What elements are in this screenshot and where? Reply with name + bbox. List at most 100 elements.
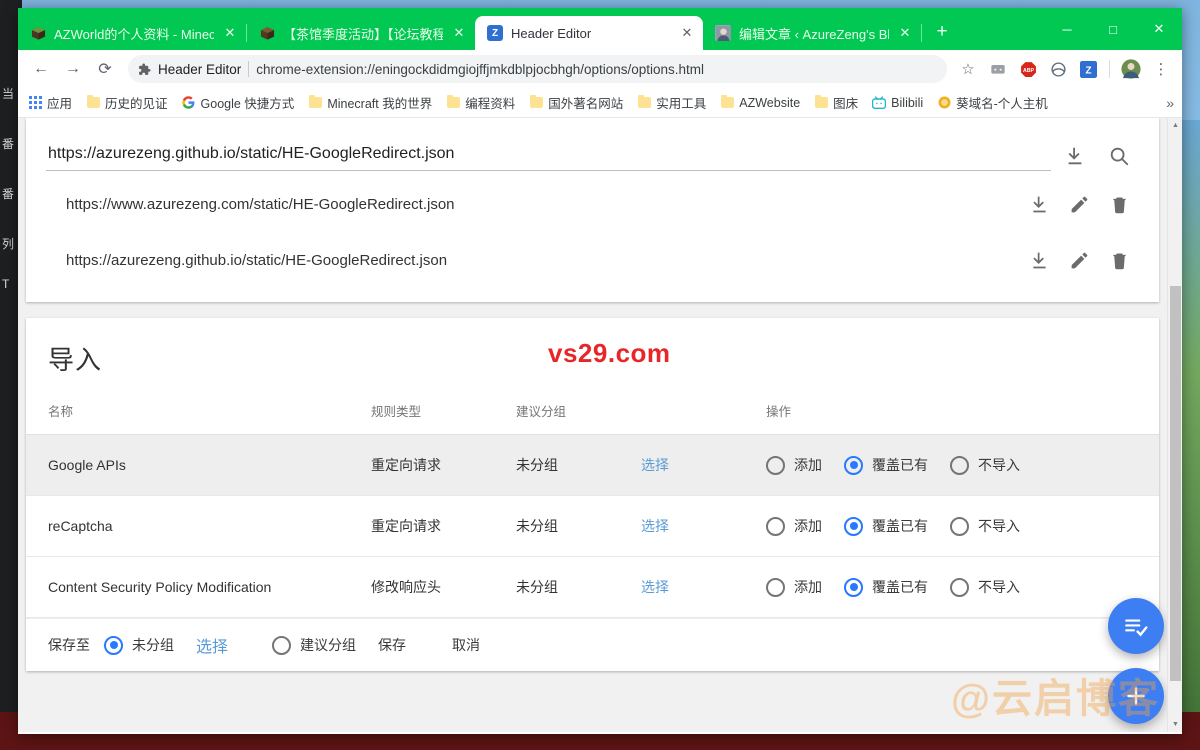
radio-label: 覆盖已有 xyxy=(872,518,928,534)
bookmark-item-3[interactable]: 编程资料 xyxy=(446,93,515,112)
cell-rule-type: 重定向请求 xyxy=(371,495,516,557)
radio-skip[interactable]: 不导入 xyxy=(950,516,1020,536)
adblock-plus-icon[interactable]: ABP xyxy=(1015,56,1041,82)
radio-save-suggested[interactable]: 建议分组 xyxy=(272,635,356,655)
tab-title: AZWorld的个人资料 - Minecraft xyxy=(54,26,214,42)
plus-icon xyxy=(1123,683,1149,709)
close-window-button[interactable]: ✕ xyxy=(1136,8,1182,50)
download-url-row xyxy=(46,130,1139,176)
bookmark-apps[interactable]: 应用 xyxy=(28,93,72,112)
address-bar[interactable]: Header Editor chrome-extension://eningoc… xyxy=(128,55,947,83)
new-tab-button[interactable]: + xyxy=(928,19,956,47)
maximize-button[interactable]: □ xyxy=(1090,8,1136,50)
download-item-actions xyxy=(1019,184,1139,224)
select-group-link[interactable]: 选择 xyxy=(641,518,669,534)
bookmark-item-4[interactable]: 国外著名网站 xyxy=(529,93,623,112)
download-list-item: https://www.azurezeng.com/static/HE-Goog… xyxy=(46,176,1139,232)
save-button[interactable]: 保存 xyxy=(378,635,406,655)
forward-button[interactable]: → xyxy=(58,54,88,84)
bookmark-label: Minecraft 我的世界 xyxy=(327,97,433,111)
import-table: 名称 规则类型 建议分组 操作 Google APIs 重定向请求 未分组 选择… xyxy=(26,387,1159,618)
close-icon[interactable]: ✕ xyxy=(222,25,238,41)
table-row[interactable]: Google APIs 重定向请求 未分组 选择 添加 覆盖已有 不导入 xyxy=(26,434,1159,496)
omnibox-extension-name: Header Editor xyxy=(158,61,242,77)
reading-list-icon[interactable] xyxy=(985,56,1011,82)
bookmark-item-8[interactable]: Bilibili xyxy=(872,96,923,110)
cancel-button[interactable]: 取消 xyxy=(452,635,480,655)
add-rule-fab[interactable] xyxy=(1108,668,1164,724)
edit-icon[interactable] xyxy=(1059,240,1099,280)
download-icon[interactable] xyxy=(1055,136,1095,176)
download-url-input[interactable] xyxy=(46,141,1051,171)
apps-grid-icon xyxy=(28,96,42,110)
radio-add[interactable]: 添加 xyxy=(766,455,822,475)
folder-icon xyxy=(720,95,734,110)
edit-icon[interactable] xyxy=(1059,184,1099,224)
profile-avatar-icon[interactable] xyxy=(1118,56,1144,82)
radio-skip[interactable]: 不导入 xyxy=(950,577,1020,597)
radio-skip[interactable]: 不导入 xyxy=(950,455,1020,475)
bookmark-label: AZWebsite xyxy=(739,95,801,110)
import-action-radio-group: 添加 覆盖已有 不导入 xyxy=(766,455,1159,475)
bg-glyph: 当 xyxy=(2,87,15,101)
download-item-actions xyxy=(1019,240,1139,280)
close-icon[interactable]: ✕ xyxy=(897,25,913,41)
back-button[interactable]: ← xyxy=(26,54,56,84)
radio-indicator xyxy=(766,516,785,536)
bg-glyph: T xyxy=(2,277,10,291)
radio-add[interactable]: 添加 xyxy=(766,577,822,597)
tab-minecraft-profile[interactable]: AZWorld的个人资料 - Minecraft ✕ xyxy=(18,16,246,50)
scrollbar-thumb[interactable] xyxy=(1170,286,1181,681)
radio-overwrite[interactable]: 覆盖已有 xyxy=(844,577,928,597)
bookmark-item-9[interactable]: 葵域名-个人主机 xyxy=(937,93,1048,112)
select-group-link[interactable]: 选择 xyxy=(641,457,669,473)
chrome-menu-icon[interactable]: ⋮ xyxy=(1148,56,1174,82)
bookmark-item-7[interactable]: 图床 xyxy=(814,93,858,112)
radio-add[interactable]: 添加 xyxy=(766,516,822,536)
svg-text:ABP: ABP xyxy=(1022,67,1034,73)
select-group-link[interactable]: 选择 xyxy=(196,633,228,657)
radio-overwrite[interactable]: 覆盖已有 xyxy=(844,516,928,536)
cell-rule-name: Google APIs xyxy=(26,434,371,496)
header-editor-icon[interactable]: Z xyxy=(1075,56,1101,82)
tab-forum-event[interactable]: 【茶馆季度活动】【论坛教程组 ✕ xyxy=(247,16,475,50)
sync-icon[interactable] xyxy=(1045,56,1071,82)
download-item-url: https://www.azurezeng.com/static/HE-Goog… xyxy=(66,195,455,213)
bookmarks-overflow-button[interactable]: » xyxy=(1166,95,1174,111)
bookmark-item-5[interactable]: 实用工具 xyxy=(637,93,706,112)
search-icon[interactable] xyxy=(1099,136,1139,176)
download-icon[interactable] xyxy=(1019,184,1059,224)
bookmark-item-2[interactable]: Minecraft 我的世界 xyxy=(308,93,432,112)
tab-blog-editor[interactable]: 编辑文章 ‹ AzureZeng's Blog — ✕ xyxy=(703,16,921,50)
vertical-scrollbar[interactable]: ▲ ▼ xyxy=(1167,118,1182,732)
table-row[interactable]: Content Security Policy Modification 修改响… xyxy=(26,556,1159,618)
cell-rule-name: Content Security Policy Modification xyxy=(26,556,371,618)
bookmark-label: 历史的见证 xyxy=(105,97,168,111)
tab-title: 【茶馆季度活动】【论坛教程组 xyxy=(283,26,443,42)
bookmark-item-1[interactable]: Google 快捷方式 xyxy=(182,93,294,112)
tab-header-editor[interactable]: Z Header Editor ✕ xyxy=(475,16,703,50)
radio-indicator xyxy=(950,516,969,536)
bookmark-star-icon[interactable]: ☆ xyxy=(955,56,981,82)
download-icon[interactable] xyxy=(1019,240,1059,280)
reload-button[interactable]: ⟳ xyxy=(90,54,120,84)
bookmark-item-0[interactable]: 历史的见证 xyxy=(86,93,168,112)
cell-group: 未分组 xyxy=(516,434,641,496)
cell-group: 未分组 xyxy=(516,495,641,557)
scroll-up-arrow[interactable]: ▲ xyxy=(1168,118,1182,133)
minimize-button[interactable]: ─ xyxy=(1044,8,1090,50)
tab-title: Header Editor xyxy=(511,25,592,41)
tab-strip: AZWorld的个人资料 - Minecraft ✕ 【茶馆季度活动】【论坛教程… xyxy=(18,8,1182,50)
delete-icon[interactable] xyxy=(1099,184,1139,224)
scroll-down-arrow[interactable]: ▼ xyxy=(1168,717,1182,732)
delete-icon[interactable] xyxy=(1099,240,1139,280)
bookmark-item-6[interactable]: AZWebsite xyxy=(720,95,801,110)
close-icon[interactable]: ✕ xyxy=(451,25,467,41)
folder-icon xyxy=(637,95,651,110)
select-group-link[interactable]: 选择 xyxy=(641,579,669,595)
table-row[interactable]: reCaptcha 重定向请求 未分组 选择 添加 覆盖已有 不导入 xyxy=(26,495,1159,557)
confirm-import-fab[interactable] xyxy=(1108,598,1164,654)
radio-save-ungrouped[interactable]: 未分组 xyxy=(104,635,174,655)
radio-overwrite[interactable]: 覆盖已有 xyxy=(844,455,928,475)
close-icon[interactable]: ✕ xyxy=(679,25,695,41)
